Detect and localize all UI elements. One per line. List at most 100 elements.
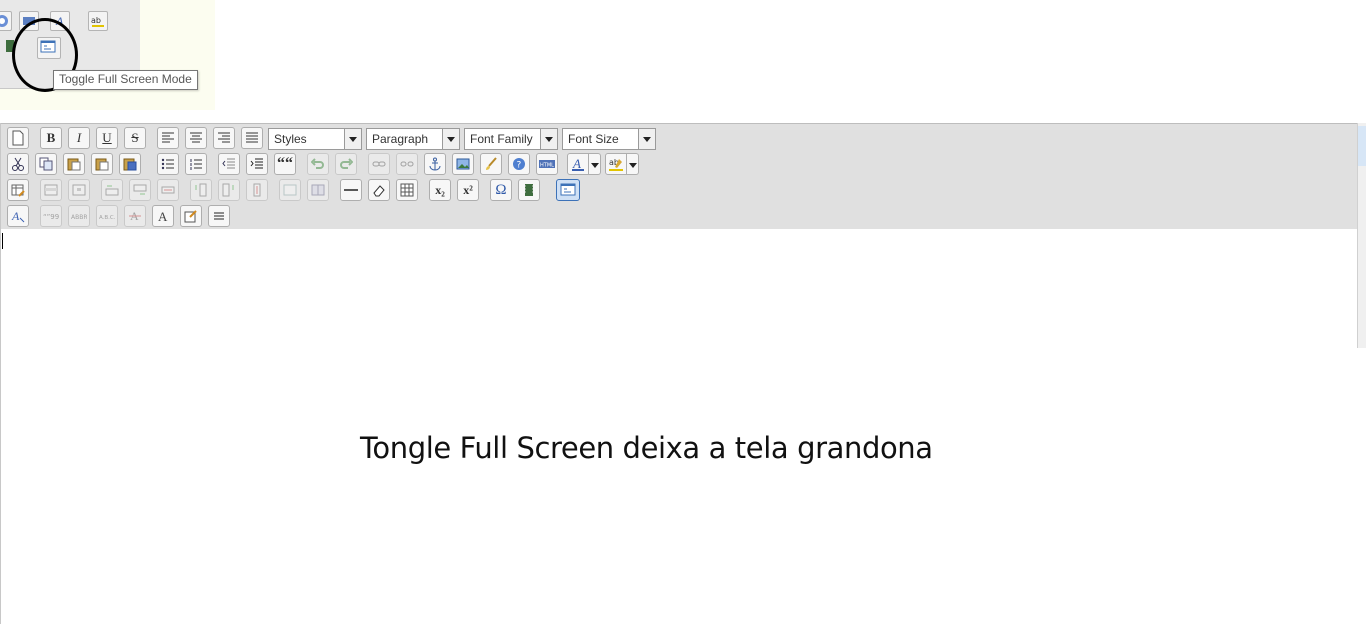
image-icon (456, 158, 470, 170)
align-right-icon (218, 132, 230, 143)
undo-button[interactable] (307, 153, 329, 175)
insert-col-after-button[interactable] (218, 179, 240, 201)
styleprops-button[interactable]: A (7, 205, 29, 227)
font-family-select[interactable]: Font Family (464, 128, 558, 150)
split-cells-icon (283, 184, 297, 196)
cell-props-button[interactable] (68, 179, 90, 201)
split-cells-button[interactable] (279, 179, 301, 201)
visual-aid-button[interactable] (396, 179, 418, 201)
table-edit-icon (11, 184, 25, 197)
fullscreen-icon (560, 183, 576, 196)
editor-content-area[interactable]: Tongle Full Screen deixa a tela grandona (1, 229, 1359, 624)
link-button[interactable] (368, 153, 390, 175)
svg-text:ab: ab (91, 16, 101, 25)
highlight-color-button[interactable]: ab (605, 153, 627, 175)
superscript-button[interactable]: x² (457, 179, 479, 201)
cite-button[interactable]: “”99 (40, 205, 62, 227)
col-after-icon (222, 183, 234, 197)
fullscreen-button[interactable] (556, 179, 580, 201)
italic-button[interactable]: I (68, 127, 90, 149)
anchor-button[interactable] (424, 153, 446, 175)
align-left-button[interactable] (157, 127, 179, 149)
font-size-select[interactable]: Font Size (562, 128, 656, 150)
delete-row-icon (161, 186, 175, 194)
undo-icon (311, 158, 324, 169)
del-button[interactable]: A (124, 205, 146, 227)
outdent-icon (222, 158, 235, 169)
table-cell-icon (72, 184, 86, 196)
format-select[interactable]: Paragraph (366, 128, 460, 150)
ins-button[interactable]: A (152, 205, 174, 227)
style-props-icon: A (11, 209, 25, 223)
align-justify-icon (246, 132, 258, 143)
chevron-down-icon (442, 129, 459, 149)
cut-button[interactable] (7, 153, 29, 175)
cleanup-button[interactable] (480, 153, 502, 175)
copy-icon (39, 157, 53, 171)
align-right-button[interactable] (213, 127, 235, 149)
nonbreaking-button[interactable] (208, 205, 230, 227)
attributes-button[interactable] (180, 205, 202, 227)
svg-text:ABBR: ABBR (71, 214, 87, 221)
justify-button[interactable] (241, 127, 263, 149)
highlight-color-button[interactable]: ab (88, 11, 108, 31)
row-after-icon (133, 184, 147, 195)
paste-icon (67, 158, 81, 171)
strikethrough-button[interactable]: S (124, 127, 146, 149)
outdent-button[interactable] (218, 153, 240, 175)
chevron-down-icon (540, 129, 557, 149)
svg-text:“”99: “”99 (43, 213, 59, 221)
remove-format-button[interactable] (368, 179, 390, 201)
styles-select[interactable]: Styles (268, 128, 362, 150)
bold-button[interactable]: B (40, 127, 62, 149)
scrollbar-thumb[interactable] (1358, 126, 1366, 166)
help-button[interactable]: ? (508, 153, 530, 175)
insert-row-after-button[interactable] (129, 179, 151, 201)
underline-button[interactable]: U (96, 127, 118, 149)
indent-button[interactable] (246, 153, 268, 175)
help-icon (0, 15, 8, 27)
copy-button[interactable] (35, 153, 57, 175)
media-button[interactable] (518, 179, 540, 201)
scissors-icon (12, 157, 24, 171)
delete-col-button[interactable] (246, 179, 268, 201)
highlight-color-dropdown[interactable] (627, 153, 639, 175)
acronym-button[interactable]: A.B.C. (96, 205, 118, 227)
special-char-button[interactable]: Ω (490, 179, 512, 201)
row-props-button[interactable] (40, 179, 62, 201)
align-center-icon (190, 132, 202, 143)
text-color-button[interactable]: A (567, 153, 589, 175)
paste-word-icon (123, 158, 137, 171)
redo-button[interactable] (335, 153, 357, 175)
insert-col-before-button[interactable] (190, 179, 212, 201)
paste-word-button[interactable] (119, 153, 141, 175)
abbr-button[interactable]: ABBR (68, 205, 90, 227)
bullet-list-icon (161, 158, 174, 170)
eraser-icon (373, 185, 385, 197)
fullscreen-tooltip: Toggle Full Screen Mode (53, 70, 198, 90)
subscript-button[interactable]: x₂ (429, 179, 451, 201)
nonbreaking-icon (214, 212, 224, 220)
help-button[interactable] (0, 11, 12, 31)
deletion-icon: A (129, 209, 141, 223)
blockquote-button[interactable]: ““ (274, 153, 296, 175)
delete-row-button[interactable] (157, 179, 179, 201)
redo-icon (340, 158, 353, 169)
paste-text-button[interactable] (91, 153, 113, 175)
insert-table-button[interactable] (7, 179, 29, 201)
numbered-list-button[interactable] (185, 153, 207, 175)
anchor-icon (429, 157, 441, 171)
align-center-button[interactable] (185, 127, 207, 149)
paste-button[interactable] (63, 153, 85, 175)
text-color-dropdown[interactable] (589, 153, 601, 175)
insert-row-before-button[interactable] (101, 179, 123, 201)
bullet-list-button[interactable] (157, 153, 179, 175)
new-document-button[interactable] (7, 127, 29, 149)
image-button[interactable] (452, 153, 474, 175)
merge-cells-button[interactable] (307, 179, 329, 201)
unlink-button[interactable] (396, 153, 418, 175)
horizontal-rule-button[interactable] (340, 179, 362, 201)
rich-text-editor: B I U S Styles Paragraph Font Family Fon… (0, 123, 1359, 624)
html-source-button[interactable]: HTML (536, 153, 558, 175)
grid-icon (400, 183, 414, 197)
